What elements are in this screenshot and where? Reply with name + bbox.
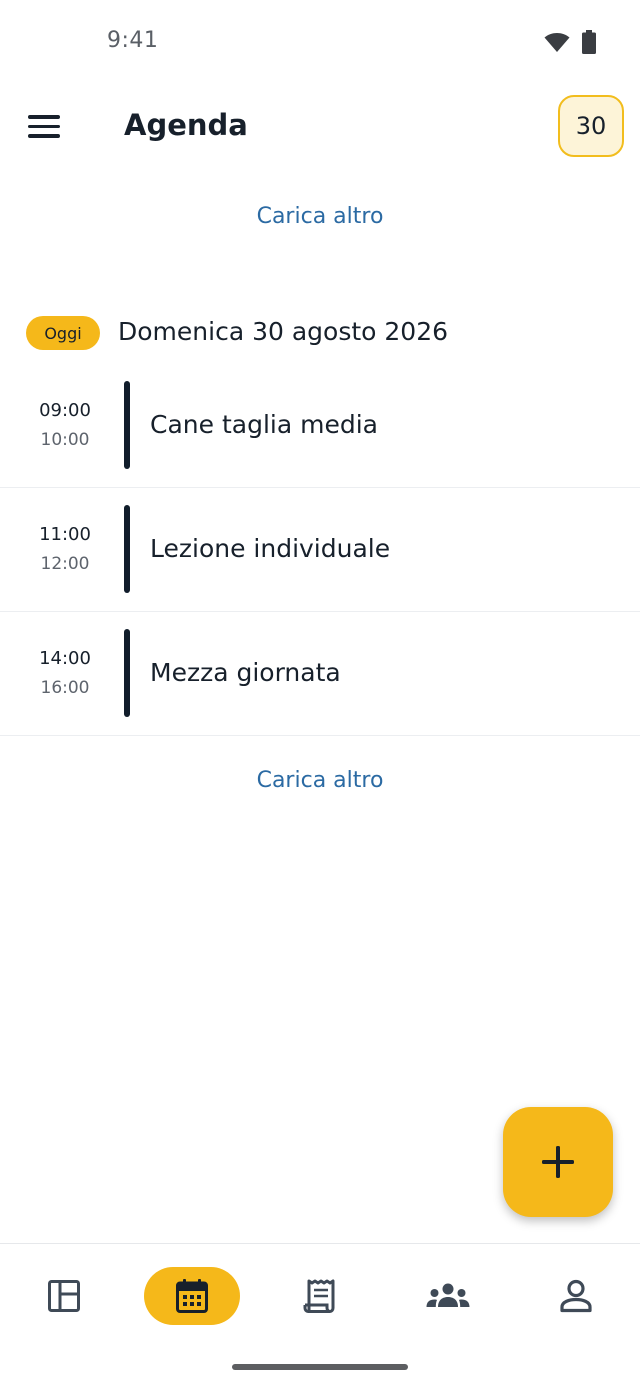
event-item[interactable]: 14:00 16:00 Mezza giornata — [0, 612, 640, 736]
event-item[interactable]: 09:00 10:00 Cane taglia media — [0, 364, 640, 488]
today-chip: Oggi — [26, 316, 100, 350]
calendar-icon — [176, 1279, 208, 1313]
page-title: Agenda — [124, 108, 248, 142]
event-list: 09:00 10:00 Cane taglia media 11:00 12:0… — [0, 364, 640, 736]
status-time: 9:41 — [107, 28, 159, 53]
event-title: Lezione individuale — [150, 534, 391, 563]
home-indicator — [232, 1364, 408, 1370]
menu-icon — [28, 115, 64, 138]
day-date-label: Domenica 30 agosto 2026 — [118, 317, 449, 346]
menu-button[interactable] — [28, 110, 64, 144]
day-header: Oggi Domenica 30 agosto 2026 — [0, 314, 640, 352]
nav-item-profile[interactable] — [528, 1267, 624, 1325]
event-start-time: 09:00 — [39, 400, 91, 421]
event-color-bar — [124, 505, 130, 593]
nav-item-calendar[interactable] — [144, 1267, 240, 1325]
nav-item-dashboard[interactable] — [16, 1267, 112, 1325]
event-color-bar — [124, 629, 130, 717]
person-icon — [560, 1279, 592, 1313]
wifi-icon — [544, 33, 570, 52]
nav-item-clients[interactable] — [400, 1267, 496, 1325]
event-end-time: 16:00 — [40, 678, 90, 698]
dashboard-icon — [48, 1280, 80, 1312]
event-item[interactable]: 11:00 12:00 Lezione individuale — [0, 488, 640, 612]
app-bar: Agenda 30 — [0, 84, 640, 170]
event-end-time: 12:00 — [40, 554, 90, 574]
load-more-next-button[interactable]: Carica altro — [0, 768, 640, 793]
event-title: Mezza giornata — [150, 658, 341, 687]
groups-icon — [426, 1283, 470, 1307]
event-color-bar — [124, 381, 130, 469]
plus-icon — [542, 1146, 574, 1178]
load-more-previous-button[interactable]: Carica altro — [0, 204, 640, 229]
today-date-button[interactable]: 30 — [558, 95, 624, 157]
bottom-navigation — [0, 1243, 640, 1387]
status-icons — [544, 30, 596, 54]
status-bar: 9:41 — [0, 0, 640, 84]
add-event-button[interactable] — [503, 1107, 613, 1217]
event-title: Cane taglia media — [150, 410, 378, 439]
receipt-icon — [303, 1279, 335, 1314]
event-start-time: 14:00 — [39, 648, 91, 669]
nav-item-receipts[interactable] — [272, 1267, 368, 1325]
event-start-time: 11:00 — [39, 524, 91, 545]
event-end-time: 10:00 — [40, 430, 90, 450]
battery-icon — [582, 30, 596, 54]
